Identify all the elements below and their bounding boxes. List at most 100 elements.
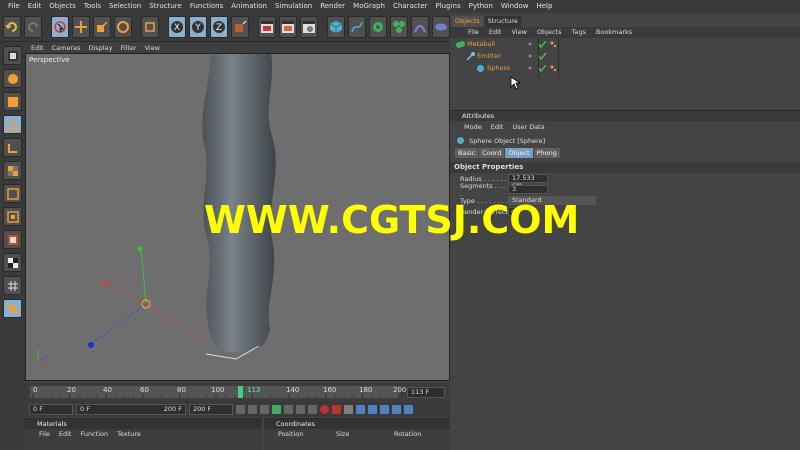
snapping-button[interactable] [3,230,22,249]
tab-objects[interactable]: Objects [452,16,483,27]
render-picture-viewer-button[interactable] [279,16,298,38]
menu-selection[interactable]: Selection [105,0,145,13]
menu-animation[interactable]: Animation [227,0,271,13]
materials-menu-function[interactable]: Function [80,429,108,439]
prev-key-button[interactable] [248,404,257,414]
end-frame-field[interactable]: 200 F [189,403,233,415]
undo-button[interactable] [3,16,21,38]
coordinates-title: Coordinates [264,419,450,429]
menu-help[interactable]: Help [532,0,556,13]
add-spline-button[interactable] [348,16,367,38]
menu-python[interactable]: Python [465,0,497,13]
edges-mode-button[interactable] [3,138,22,157]
add-nurbs-button[interactable] [369,16,388,38]
enable-checks[interactable] [538,40,548,74]
axis-mode-button[interactable] [3,184,22,203]
axis-gizmo[interactable] [88,246,207,349]
objects-menu-bookmarks[interactable]: Bookmarks [596,27,632,38]
viewport-menu-filter[interactable]: Filter [120,44,136,52]
menu-structure[interactable]: Structure [145,0,186,13]
attributes-menu-edit[interactable]: Edit [491,121,504,133]
attributes-menu-mode[interactable]: Mode [464,121,482,133]
play-button[interactable] [272,404,281,414]
key-parameter-button[interactable] [392,404,401,414]
tab-phong[interactable]: Phong [533,148,560,158]
y-axis-button[interactable]: Y [189,16,208,38]
menu-plugins[interactable]: Plugins [432,0,465,13]
objects-menu-objects[interactable]: Objects [537,27,562,38]
rotate-button[interactable] [113,16,132,38]
tweak-mode-button[interactable] [3,207,22,226]
menu-window[interactable]: Window [497,0,533,13]
objects-menu-edit[interactable]: Edit [489,27,502,38]
tab-object[interactable]: Object [505,148,533,158]
move-button[interactable] [72,16,90,38]
record-button[interactable] [320,404,329,414]
viewport-menu-edit[interactable]: Edit [31,44,44,52]
menu-tools[interactable]: Tools [80,0,105,13]
tree-item-metaball[interactable]: Metaball [456,38,536,50]
make-editable-button[interactable] [3,46,22,65]
autokey-button[interactable] [332,404,341,414]
objects-menu-view[interactable]: View [511,27,526,38]
menu-objects[interactable]: Objects [45,0,79,13]
objects-menu-tags[interactable]: Tags [571,27,585,38]
add-cube-button[interactable] [327,16,346,38]
solo-button[interactable] [3,299,22,318]
timeline-ruler[interactable]: 0 20 40 60 80 100 140 160 180 200 113 11… [25,383,450,401]
objects-menu-file[interactable]: File [468,27,479,38]
key-rotation-button[interactable] [380,404,389,414]
radius-input[interactable]: 17.533 cm [508,174,548,189]
viewport-menu-cameras[interactable]: Cameras [52,44,81,52]
workplane-lock-button[interactable] [3,276,22,295]
go-to-end-button[interactable] [308,404,317,414]
materials-menu-edit[interactable]: Edit [59,429,72,439]
attributes-menu-user-data[interactable]: User Data [512,121,544,133]
live-selection-button[interactable] [51,16,70,38]
menu-edit[interactable]: Edit [24,0,46,13]
x-axis-button[interactable]: X [168,16,187,38]
viewport-menu-display[interactable]: Display [89,44,113,52]
current-frame-field[interactable]: 113 F [407,387,445,398]
key-scale-button[interactable] [368,404,377,414]
coordinate-system-button[interactable] [231,16,250,38]
menu-functions[interactable]: Functions [186,0,227,13]
menu-render[interactable]: Render [316,0,349,13]
prev-frame-button[interactable] [260,404,269,414]
workplane-button[interactable] [3,253,22,272]
key-position-button[interactable] [356,404,365,414]
model-mode-button[interactable] [3,69,22,88]
add-array-button[interactable] [390,16,409,38]
materials-menu-texture[interactable]: Texture [117,429,141,439]
polygons-mode-button[interactable] [3,161,22,180]
go-to-start-button[interactable] [236,404,245,414]
keyframe-selection-button[interactable] [344,404,353,414]
viewport-menu-view[interactable]: View [145,44,160,52]
tab-coord[interactable]: Coord [479,148,505,158]
tab-basic[interactable]: Basic [455,148,479,158]
segments-input[interactable]: 3 [508,185,548,194]
points-mode-button[interactable] [3,115,22,134]
scale-button[interactable] [93,16,111,38]
add-scene-button[interactable] [432,16,450,38]
render-settings-button[interactable] [300,16,319,38]
key-pla-button[interactable] [404,404,413,414]
redo-button[interactable] [23,16,42,38]
z-axis-button[interactable]: Z [210,16,229,38]
menu-file[interactable]: File [4,0,24,13]
next-key-button[interactable] [296,404,305,414]
add-deformer-button[interactable] [411,16,430,38]
model-mode-icon [7,73,18,84]
start-frame-field[interactable]: 0 F [29,403,73,415]
menu-mograph[interactable]: MoGraph [349,0,389,13]
menu-character[interactable]: Character [389,0,432,13]
recent-tools-button[interactable] [141,16,160,38]
menu-simulation[interactable]: Simulation [271,0,316,13]
render-view-button[interactable] [258,16,277,38]
texture-mode-button[interactable] [3,92,22,111]
tag-icons[interactable] [549,40,557,74]
materials-menu-file[interactable]: File [39,429,50,439]
tab-structure[interactable]: Structure [484,16,521,27]
next-frame-button[interactable] [284,404,293,414]
preview-range-slider[interactable]: 0 F 200 F [76,403,186,415]
